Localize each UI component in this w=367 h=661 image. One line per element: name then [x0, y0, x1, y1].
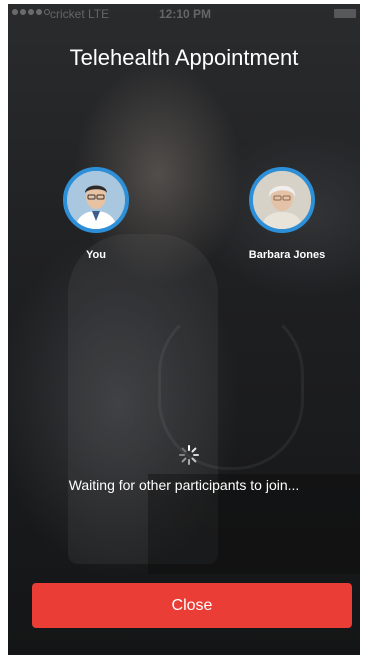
participant-name-barbara-jones: Barbara Jones	[248, 249, 326, 261]
carrier-name: cricket	[50, 7, 85, 21]
avatar-barbara-jones	[249, 167, 315, 233]
avatar-you	[63, 167, 129, 233]
waiting-message: Waiting for other participants to join..…	[68, 477, 300, 493]
loading-spinner-icon	[179, 445, 199, 465]
page-title: Telehealth Appointment	[69, 45, 299, 70]
network-type: LTE	[88, 7, 110, 21]
app-screen: cricket LTE 12:10 PM Telehealth Appointm…	[8, 4, 360, 655]
patient-avatar-icon	[253, 171, 311, 229]
close-button[interactable]: Close	[32, 583, 352, 628]
status-bar: cricket LTE 12:10 PM	[8, 4, 360, 24]
participant-name-you: You	[86, 249, 106, 261]
status-time: 12:10 PM	[159, 7, 212, 21]
battery-icon	[334, 9, 356, 18]
doctor-avatar-icon	[67, 171, 125, 229]
signal-strength-icon	[12, 9, 50, 15]
close-button-label: Close	[171, 596, 213, 614]
